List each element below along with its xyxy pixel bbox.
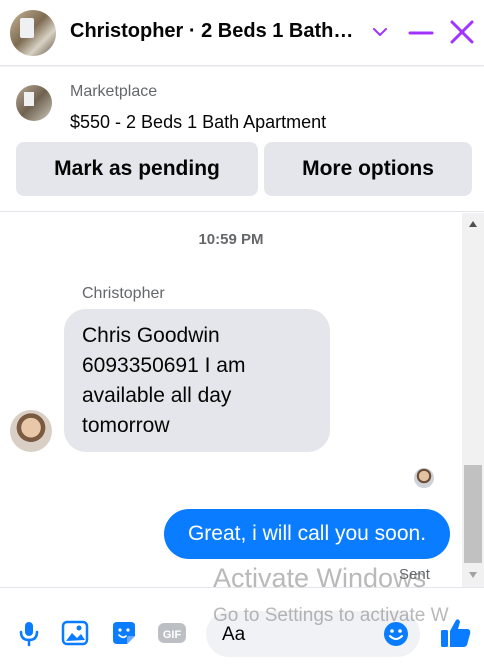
microphone-icon[interactable] — [14, 618, 44, 648]
message-input-placeholder: Aa — [222, 624, 246, 645]
listing-title[interactable]: $550 - 2 Beds 1 Bath Apartment — [70, 112, 326, 133]
message-thread[interactable]: 10:59 PM Christopher Chris Goodwin 60933… — [0, 213, 484, 587]
close-icon[interactable] — [448, 18, 476, 46]
photo-icon[interactable] — [60, 618, 90, 648]
message-timestamp: 10:59 PM — [198, 231, 264, 248]
outgoing-message-bubble[interactable]: Great, i will call you soon. — [164, 509, 450, 559]
sender-name: Christopher — [82, 285, 165, 302]
activate-windows-watermark: Activate Windows — [213, 563, 427, 593]
chevron-down-icon[interactable] — [370, 22, 390, 42]
gif-label: GIF — [163, 629, 182, 641]
message-line: tomorrow — [82, 414, 170, 437]
message-line: Chris Goodwin — [82, 324, 220, 347]
scroll-up-arrow-icon[interactable] — [469, 221, 477, 227]
contact-avatar[interactable] — [10, 10, 56, 56]
sender-avatar[interactable] — [10, 410, 52, 452]
marketplace-listing-card: Marketplace $550 - 2 Beds 1 Bath Apartme… — [0, 67, 484, 212]
scroll-down-arrow-icon[interactable] — [469, 572, 477, 578]
mark-as-pending-button[interactable]: Mark as pending — [16, 142, 258, 196]
incoming-message-bubble[interactable]: Chris Goodwin 6093350691 I am available … — [64, 309, 330, 452]
listing-source-label: Marketplace — [70, 83, 158, 100]
more-options-button[interactable]: More options — [264, 142, 472, 196]
gif-icon[interactable]: GIF — [157, 618, 187, 648]
minimize-icon[interactable] — [408, 20, 434, 46]
scrollbar[interactable] — [462, 213, 484, 587]
activate-windows-hint: Go to Settings to activate W — [213, 605, 449, 626]
listing-thumbnail[interactable] — [16, 85, 52, 121]
sticker-icon[interactable] — [109, 618, 139, 648]
chat-header: Christopher · 2 Beds 1 Bath… — [0, 0, 484, 66]
scrollbar-thumb[interactable] — [464, 465, 482, 563]
chat-title[interactable]: Christopher · 2 Beds 1 Bath… — [70, 20, 366, 43]
message-line: 6093350691 I am — [82, 354, 246, 377]
message-line: available all day — [82, 384, 232, 407]
seen-indicator-avatar — [414, 468, 434, 488]
